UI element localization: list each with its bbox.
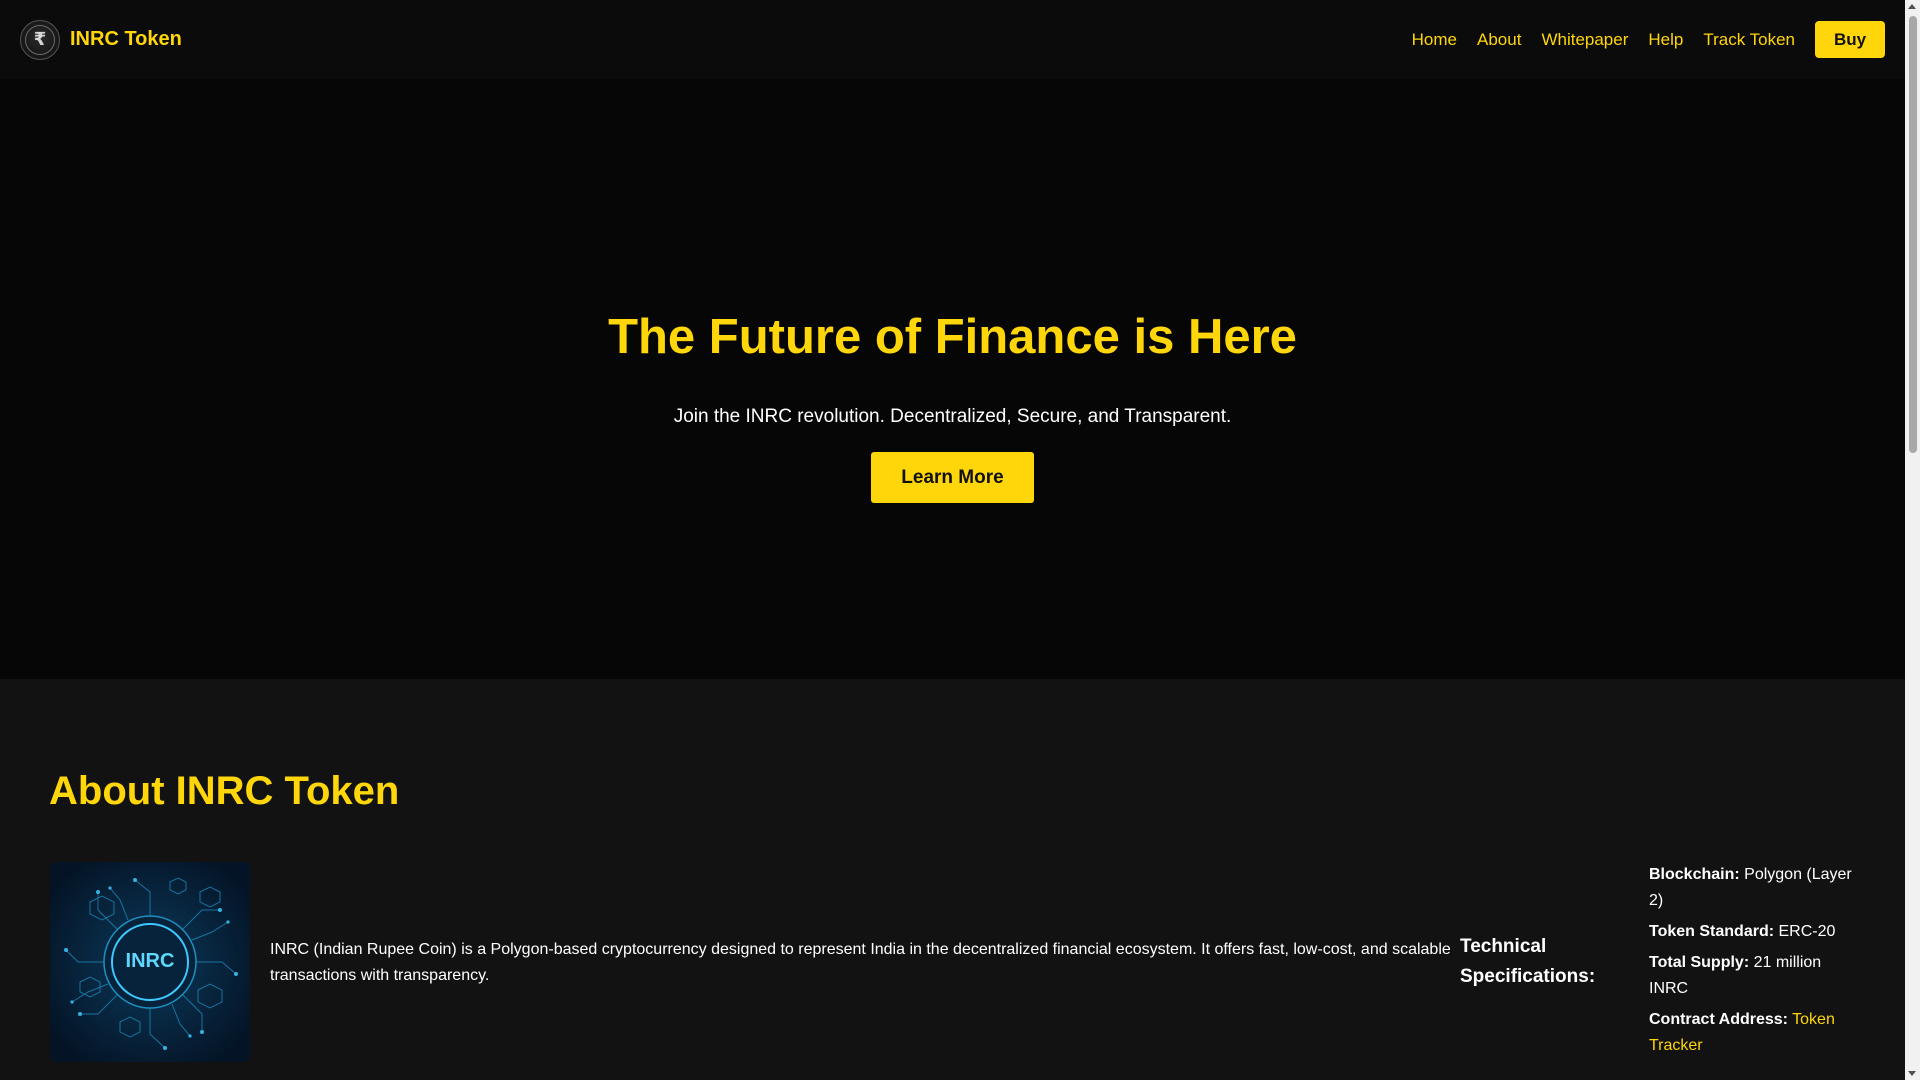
nav-home[interactable]: Home — [1412, 30, 1457, 50]
spec-blockchain: Blockchain: Polygon (Layer 2) — [1649, 862, 1859, 914]
nav-whitepaper[interactable]: Whitepaper — [1541, 30, 1628, 50]
hero-section: The Future of Finance is Here Join the I… — [0, 79, 1905, 679]
scroll-down-arrow-icon[interactable] — [1908, 1071, 1916, 1076]
brand-name[interactable]: INRC Token — [70, 28, 182, 51]
nav-track-token[interactable]: Track Token — [1703, 30, 1795, 50]
specs-list: Blockchain: Polygon (Layer 2) Token Stan… — [1649, 862, 1859, 1064]
hero-subtitle: Join the INRC revolution. Decentralized,… — [673, 406, 1232, 427]
nav-about[interactable]: About — [1477, 30, 1521, 50]
nav-help[interactable]: Help — [1648, 30, 1683, 50]
spec-contract-address: Contract Address: Token Tracker — [1649, 1007, 1859, 1059]
hero-title: The Future of Finance is Here — [608, 310, 1297, 364]
spec-value: ERC-20 — [1778, 923, 1836, 940]
scroll-thumb[interactable] — [1909, 16, 1917, 453]
site-header: ₹ INRC Token Home About Whitepaper Help … — [0, 0, 1905, 79]
learn-more-button[interactable]: Learn More — [871, 452, 1034, 503]
specs-title: Technical Specifications: — [1460, 936, 1596, 987]
rupee-glyph: ₹ — [25, 24, 55, 55]
about-section: About INRC Token INRC INRC (Indian Rupee… — [0, 679, 1905, 1080]
token-image-label: INRC — [125, 950, 175, 972]
spec-label: Blockchain: — [1649, 866, 1740, 883]
main-nav: Home About Whitepaper Help Track Token B… — [1412, 21, 1885, 58]
spec-label: Token Standard: — [1649, 923, 1775, 940]
buy-button[interactable]: Buy — [1815, 21, 1885, 58]
brand[interactable]: ₹ INRC Token — [20, 19, 182, 60]
spec-label: Total Supply: — [1649, 954, 1750, 971]
rupee-logo-icon: ₹ — [20, 19, 60, 60]
about-description: INRC (Indian Rupee Coin) is a Polygon-ba… — [270, 941, 1451, 984]
spec-label: Contract Address: — [1649, 1011, 1788, 1028]
spec-token-standard: Token Standard: ERC-20 — [1649, 919, 1859, 945]
page-scrollbar[interactable] — [1905, 0, 1920, 1080]
spec-total-supply: Total Supply: 21 million INRC — [1649, 950, 1859, 1002]
page: ₹ INRC Token Home About Whitepaper Help … — [0, 0, 1905, 1080]
about-title: About INRC Token — [49, 769, 400, 813]
inrc-token-image: INRC — [50, 862, 250, 1062]
scroll-up-arrow-icon[interactable] — [1908, 4, 1916, 9]
